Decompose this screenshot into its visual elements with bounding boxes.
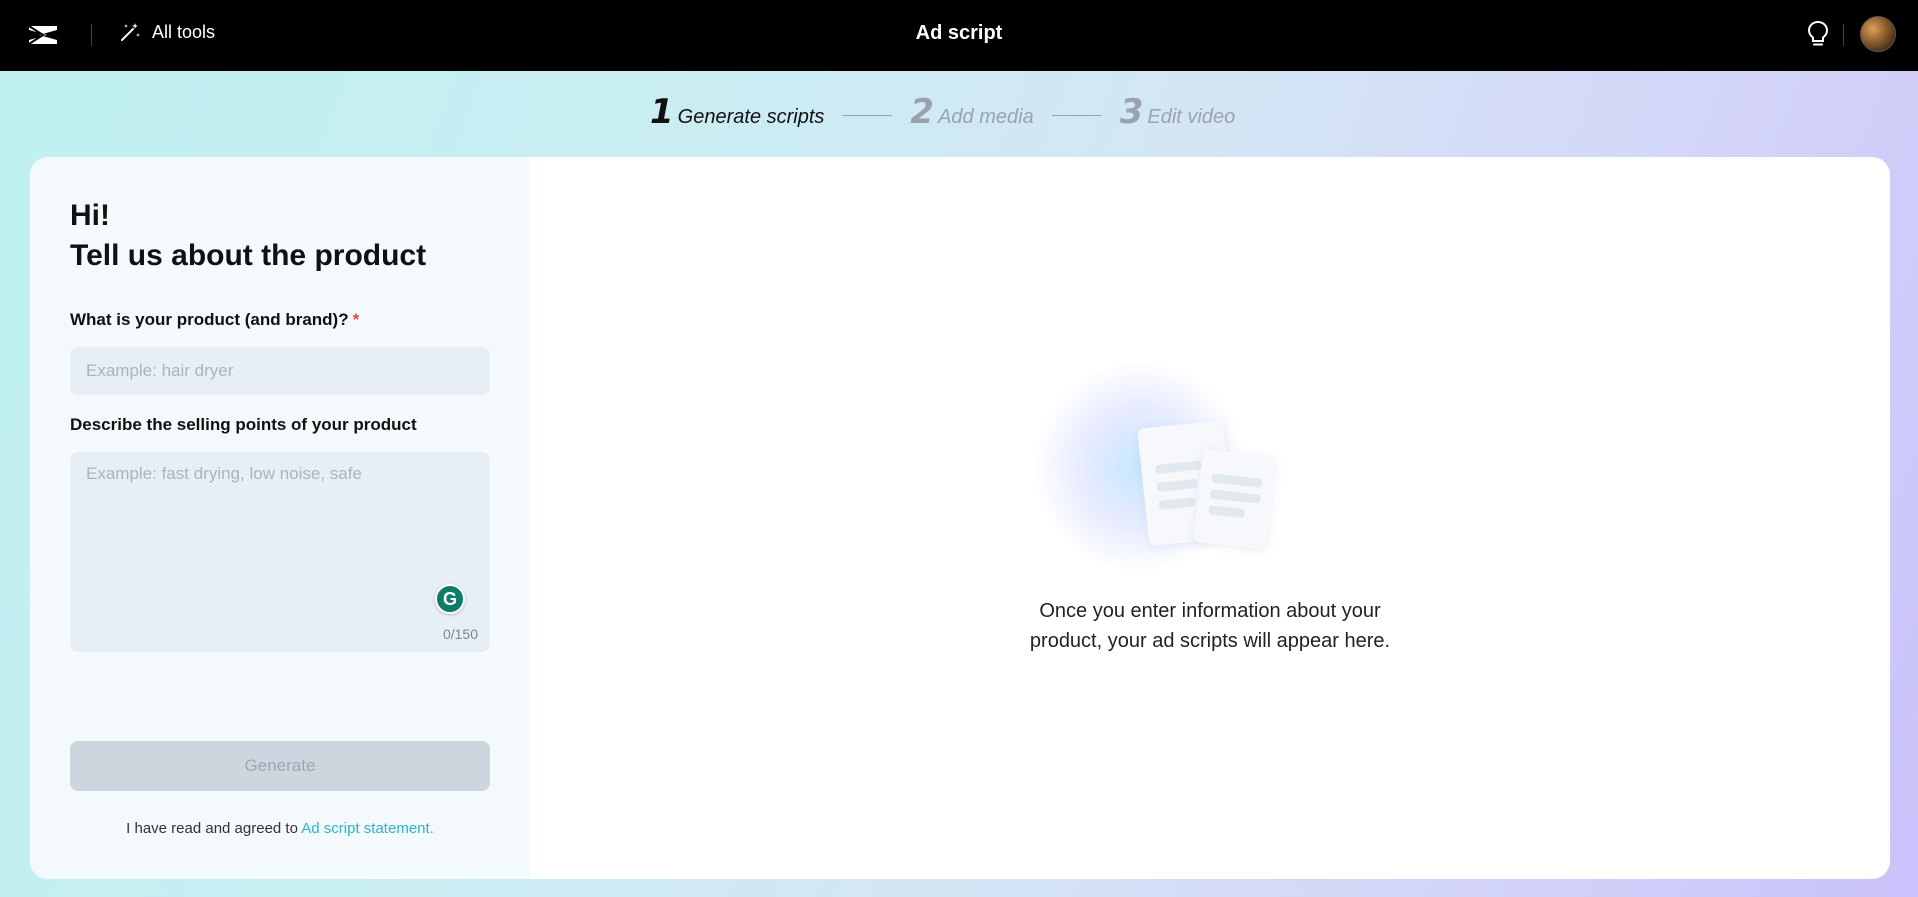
stepper: 1 Generate scripts 2 Add media 3 Edit vi…	[650, 92, 1235, 132]
top-bar: All tools Ad script	[0, 0, 1918, 71]
step-connector	[1051, 114, 1102, 116]
empty-state-line: product, your ad scripts will appear her…	[1029, 630, 1391, 652]
page-title: Ad script	[915, 22, 1003, 44]
main-card: Hi! Tell us about the product What is yo…	[30, 157, 1890, 879]
form-heading: Tell us about the product	[70, 239, 427, 272]
step-number: 3	[1119, 92, 1144, 132]
avatar[interactable]	[1860, 16, 1896, 52]
product-form-panel: Hi! Tell us about the product What is yo…	[30, 157, 530, 879]
agreement-text: I have read and agreed to Ad script stat…	[30, 820, 530, 837]
generate-button[interactable]: Generate	[70, 741, 490, 791]
required-marker: *	[352, 310, 360, 329]
step-connector	[842, 114, 893, 116]
step-add-media[interactable]: 2 Add media	[910, 92, 1033, 132]
greeting-heading: Hi!	[70, 199, 110, 232]
step-number: 1	[650, 92, 674, 132]
agreement-prefix: I have read and agreed to	[126, 820, 302, 837]
empty-state-illustration	[1030, 362, 1277, 572]
step-generate-scripts[interactable]: 1 Generate scripts	[650, 92, 824, 132]
selling-points-textarea[interactable]	[70, 452, 490, 652]
empty-state-line: Once you enter information about your	[1039, 600, 1381, 622]
empty-state-message: Once you enter information about your pr…	[960, 596, 1460, 656]
step-label: Edit video	[1147, 106, 1236, 128]
char-counter: 0/150	[442, 626, 478, 642]
product-input[interactable]	[70, 347, 490, 395]
lightbulb-icon[interactable]	[1806, 20, 1830, 48]
document-icon	[1193, 448, 1277, 550]
step-edit-video[interactable]: 3 Edit video	[1120, 92, 1236, 132]
selling-points-field: G 0/150	[70, 452, 490, 652]
grammarly-icon[interactable]: G	[435, 584, 465, 614]
step-label: Generate scripts	[677, 106, 825, 128]
product-label-text: What is your product (and brand)?	[70, 310, 349, 329]
ad-script-statement-link[interactable]: Ad script statement.	[301, 820, 434, 837]
selling-points-label: Describe the selling points of your prod…	[70, 415, 417, 434]
product-field-label: What is your product (and brand)? *	[70, 310, 359, 330]
step-label: Add media	[938, 106, 1034, 128]
step-number: 2	[910, 92, 935, 132]
header-divider	[1843, 24, 1844, 46]
